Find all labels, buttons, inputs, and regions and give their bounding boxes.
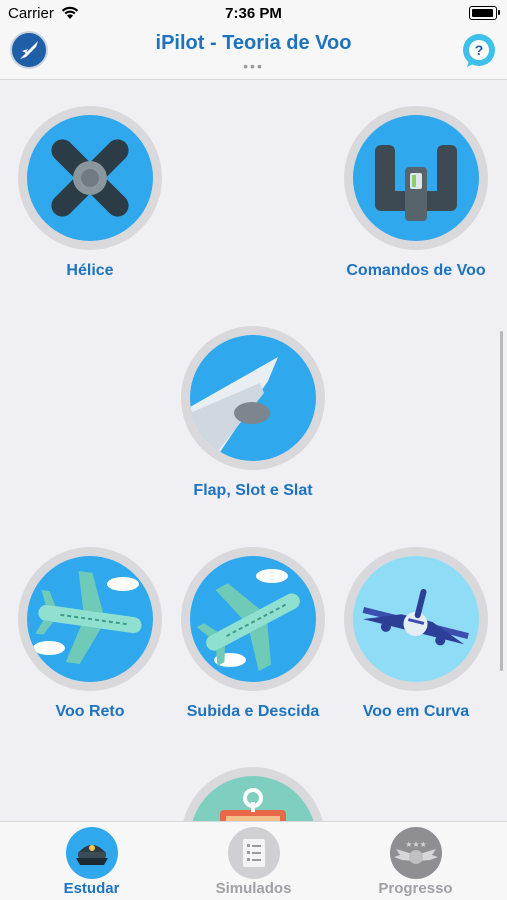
wings-badge-icon: ★★★ [390, 827, 442, 879]
tag-icon [190, 776, 316, 821]
tab-progresso[interactable]: ★★★ Progresso [331, 822, 500, 900]
pilot-cap-icon [66, 827, 118, 879]
more-indicator-icon[interactable]: ••• [0, 58, 507, 74]
help-icon[interactable]: ? [461, 33, 497, 69]
topic-comandos-ring [344, 106, 488, 250]
topic-comandos[interactable]: Comandos de Voo [331, 106, 501, 283]
tab-progresso-label: Progresso [378, 880, 453, 897]
topic-voo-reto[interactable]: Voo Reto [5, 547, 175, 724]
topic-voo-reto-label: Voo Reto [55, 703, 125, 720]
topic-flap[interactable]: Flap, Slot e Slat [168, 326, 338, 503]
topic-curva-label: Voo em Curva [362, 703, 470, 720]
topic-comandos-label: Comandos de Voo [346, 262, 486, 279]
wing-flap-icon [190, 335, 316, 461]
topic-helice-ring [18, 106, 162, 250]
help-symbol: ? [475, 42, 484, 58]
topic-partial[interactable] [168, 767, 338, 821]
status-bar: Carrier 7:36 PM [0, 0, 507, 28]
topic-voo-reto-ring [18, 547, 162, 691]
propeller-icon [27, 115, 153, 241]
battery-icon [469, 6, 500, 20]
document-list-icon [228, 827, 280, 879]
airplane-climb-icon [190, 556, 316, 682]
topic-curva[interactable]: Voo em Curva [331, 547, 501, 724]
topic-curva-ring [344, 547, 488, 691]
app-screen: Carrier 7:36 PM iPilot - Teoria de Voo •… [0, 0, 507, 900]
flight-controls-icon [353, 115, 479, 241]
topic-partial-ring [181, 767, 325, 821]
topic-subida[interactable]: Subida e Descida [168, 547, 338, 724]
tab-estudar[interactable]: Estudar [7, 822, 176, 900]
topic-helice[interactable]: Hélice [5, 106, 175, 283]
clock-label: 7:36 PM [225, 5, 282, 22]
topic-flap-label: Flap, Slot e Slat [193, 482, 313, 499]
svg-text:★★★: ★★★ [405, 840, 427, 849]
page-title: iPilot - Teoria de Voo [155, 32, 352, 54]
topic-subida-ring [181, 547, 325, 691]
tab-simulados[interactable]: Simulados [169, 822, 338, 900]
topic-flap-ring [181, 326, 325, 470]
airplane-turn-icon [353, 556, 479, 682]
tab-simulados-label: Simulados [215, 880, 292, 897]
topic-subida-label: Subida e Descida [186, 703, 320, 720]
topic-grid[interactable]: Hélice Comandos de Voo Flap, Slot e Slat… [0, 81, 507, 821]
navigation-bar: iPilot - Teoria de Voo ••• ? [0, 28, 507, 80]
topic-helice-label: Hélice [66, 262, 114, 279]
tab-estudar-label: Estudar [63, 880, 120, 897]
tab-bar: Estudar Simulados ★★★ Progresso [0, 821, 507, 900]
scroll-indicator[interactable] [500, 331, 503, 671]
airplane-level-icon [27, 556, 153, 682]
